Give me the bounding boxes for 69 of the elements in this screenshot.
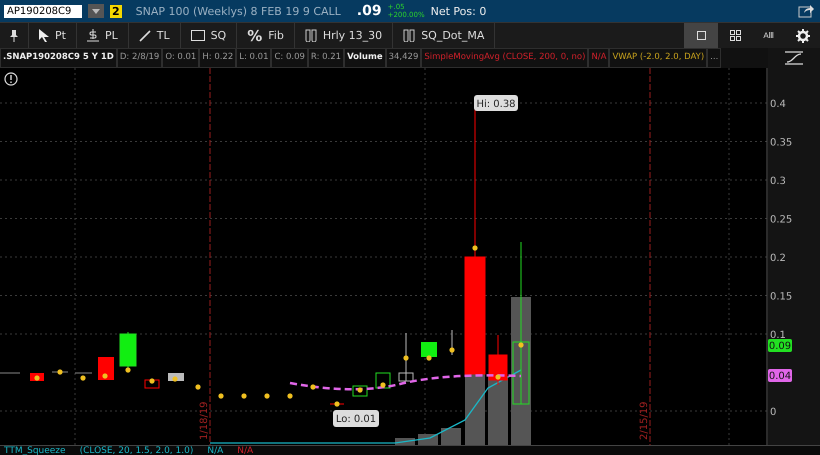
study-label: N/A [207, 446, 224, 455]
date-marker-label: 1/18/19 [199, 401, 210, 440]
legend-label: .SNAP190208C9 5 Y 1D [0, 48, 117, 68]
axis-tick-label: 0.15 [770, 292, 792, 302]
candlestick [98, 357, 114, 380]
price-tag: 0.09 [768, 339, 792, 352]
study-tool[interactable]: SQ_Dot_MA [393, 23, 496, 48]
candlestick [144, 380, 160, 388]
grid-icon [730, 30, 740, 41]
pointer-tool[interactable]: Pt [29, 23, 77, 48]
pointer-icon [39, 29, 49, 42]
net-position: Net Pos: 0 [430, 4, 486, 18]
candlestick [352, 386, 368, 396]
single-view-button[interactable] [684, 23, 718, 48]
warning-icon[interactable] [4, 72, 18, 86]
legend-label: 34,429 [386, 48, 422, 68]
legend-label: O: 0.01 [162, 48, 200, 68]
date-marker-label: 2/15/19 [639, 401, 650, 440]
last-price: .09 [356, 3, 382, 19]
text-view-button[interactable]: AⅢ [752, 23, 786, 48]
flask-icon [403, 29, 416, 42]
square-tool[interactable]: SQ [180, 23, 238, 48]
square-icon [696, 31, 706, 40]
fib-tool[interactable]: % Fib [237, 23, 295, 48]
curve-icon [785, 51, 803, 65]
study-tool[interactable]: Hrly 13_30 [294, 23, 394, 48]
legend-label: SimpleMovingAvg (CLOSE, 200, 0, no) [421, 48, 588, 68]
trendline-tool[interactable]: TL [128, 23, 181, 48]
legend-label: Volume [344, 48, 386, 68]
legend-label: R: 0.21 [308, 48, 344, 68]
option-description: SNAP 100 (Weeklys) 8 FEB 19 9 CALL [136, 4, 341, 18]
link-badge[interactable]: 2 [110, 4, 122, 18]
legend-label: N/A [588, 48, 610, 68]
axis-tick-label: 0.35 [770, 138, 792, 148]
legend-label: C: 0.09 [271, 48, 308, 68]
share-icon[interactable] [798, 4, 814, 18]
study-label: N/A [237, 446, 254, 455]
legend-label: H: 0.22 [199, 48, 236, 68]
legend-label: VWAP (-2.0, 2.0, DAY) [609, 48, 708, 68]
axis-tick-label: 0.1 [770, 330, 786, 341]
volume-bar [488, 376, 508, 445]
hi-callout: Hi: 0.38 [474, 95, 518, 111]
settings-icon [796, 28, 810, 42]
price-tag: 0.04 [768, 369, 792, 382]
pin-icon [10, 30, 18, 42]
more-button[interactable]: ... [707, 48, 722, 68]
axis-tick-label: 0 [770, 407, 776, 418]
axis-tick-label: 0.3 [770, 176, 786, 187]
line-icon [138, 30, 151, 42]
flask-icon [304, 29, 317, 42]
symbol-field[interactable]: AP190208C9 [4, 4, 82, 18]
axis-tick-label: 0.4 [770, 99, 786, 110]
caret-icon [92, 8, 100, 14]
volume-bar [441, 428, 461, 445]
axis-tick-label: 0.2 [770, 253, 786, 264]
square-icon [190, 30, 205, 41]
study-label: (CLOSE, 20, 1.5, 2.0, 1.0) [80, 446, 194, 455]
lo-callout: Lo: 0.01 [333, 410, 379, 427]
legend-label: L: 0.01 [236, 48, 272, 68]
legend-label: D: 2/8/19 [116, 48, 162, 68]
candlestick [376, 372, 390, 388]
price-level-icon [86, 29, 99, 42]
candlestick [421, 342, 437, 357]
dropdown-button[interactable] [88, 4, 104, 18]
candlestick [488, 334, 508, 386]
axis-tick-label: 0.25 [770, 214, 792, 226]
candlestick [398, 332, 414, 382]
price-level-tool[interactable]: PL [76, 23, 129, 48]
study-label: TTM_Squeeze [4, 446, 66, 455]
